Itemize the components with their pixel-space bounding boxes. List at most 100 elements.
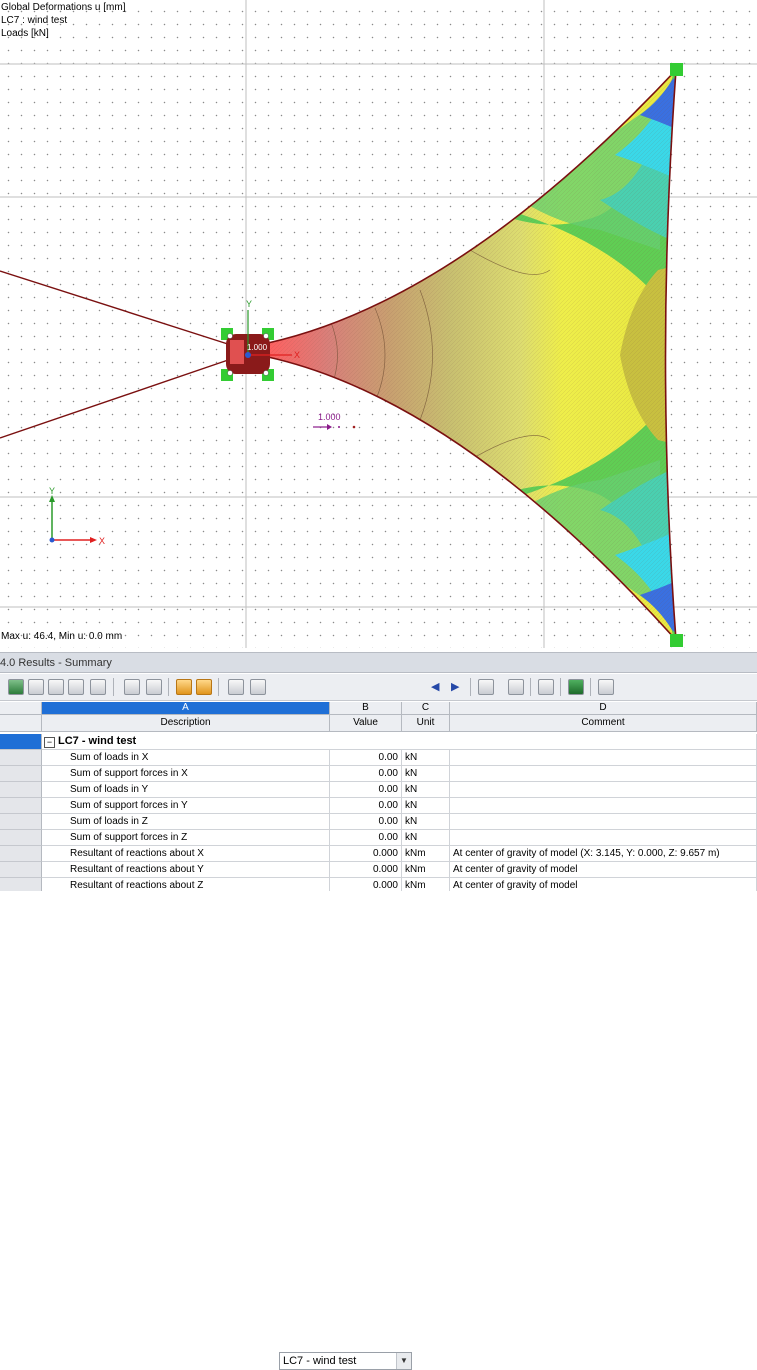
edit-icon[interactable] — [250, 679, 266, 695]
unit-cell[interactable]: kN — [402, 766, 450, 782]
comment-cell[interactable] — [450, 766, 757, 782]
global-axis-triad — [49, 495, 97, 543]
row-header-group[interactable] — [0, 734, 42, 750]
global-y-label: Y — [49, 486, 55, 496]
description-cell[interactable]: Resultant of reactions about Y — [42, 862, 330, 878]
loadcase-label: LC7 : wind test — [1, 15, 68, 26]
row-header[interactable] — [0, 798, 42, 814]
description-cell[interactable]: Resultant of reactions about Z — [42, 878, 330, 891]
group-row[interactable]: − LC7 - wind test — [42, 734, 757, 750]
description-cell[interactable]: Sum of support forces in Z — [42, 830, 330, 846]
value-cell[interactable]: 0.000 — [330, 846, 402, 862]
info-icon[interactable] — [508, 679, 524, 695]
mast-y-label: Y — [246, 299, 252, 309]
max-min-label: Max u: 46.4, Min u: 0.0 mm — [1, 631, 123, 642]
comment-cell[interactable] — [450, 798, 757, 814]
loadcase-select[interactable]: LC7 - wind test ▼ — [279, 1352, 412, 1370]
node-value-label: 1.000 — [247, 343, 268, 352]
color-bars-icon[interactable] — [68, 679, 84, 695]
value-cell[interactable]: 0.00 — [330, 782, 402, 798]
unit-cell[interactable]: kNm — [402, 878, 450, 891]
description-cell[interactable]: Sum of loads in X — [42, 750, 330, 766]
comment-cell[interactable] — [450, 814, 757, 830]
load-value-label: 1.000 — [318, 412, 341, 422]
unit-cell[interactable]: kN — [402, 830, 450, 846]
previous-table-icon[interactable] — [124, 679, 140, 695]
next-table-icon[interactable] — [146, 679, 162, 695]
load-arrow — [313, 424, 356, 430]
global-x-label: X — [99, 536, 105, 546]
row-header[interactable] — [0, 878, 42, 891]
comment-cell[interactable] — [450, 750, 757, 766]
next-loadcase-icon[interactable]: ▶ — [451, 681, 459, 693]
value-cell[interactable]: 0.000 — [330, 862, 402, 878]
previous-loadcase-icon[interactable]: ◀ — [431, 681, 439, 693]
unit-cell[interactable]: kN — [402, 750, 450, 766]
excel-export-icon[interactable] — [568, 679, 584, 695]
structure-drawing: Y X 1.000 1.000 Y X — [0, 0, 757, 648]
filter-icon[interactable] — [478, 679, 494, 695]
unit-cell[interactable]: kN — [402, 782, 450, 798]
column-header-comment[interactable]: Comment — [450, 715, 757, 732]
column-header-description[interactable]: Description — [42, 715, 330, 732]
corner-cell-2 — [0, 715, 42, 732]
table-view-icon[interactable] — [8, 679, 24, 695]
loadcase-select-value: LC7 - wind test — [283, 1355, 357, 1367]
comment-cell[interactable] — [450, 782, 757, 798]
column-letter-d[interactable]: D — [450, 702, 757, 715]
model-viewport[interactable]: Y X 1.000 1.000 Y X Global Deformations … — [0, 0, 757, 648]
row-header[interactable] — [0, 862, 42, 878]
support-node-bottom[interactable] — [670, 634, 683, 647]
description-cell[interactable]: Resultant of reactions about X — [42, 846, 330, 862]
row-header[interactable] — [0, 830, 42, 846]
value-cell[interactable]: 0.00 — [330, 798, 402, 814]
unit-cell[interactable]: kN — [402, 814, 450, 830]
value-cell[interactable]: 0.00 — [330, 750, 402, 766]
calculator-icon[interactable] — [598, 679, 614, 695]
corner-cell[interactable] — [0, 702, 42, 715]
results-toolbar: LC7 - wind test ▼ ◀ ▶ — [0, 674, 757, 1370]
column-letter-c[interactable]: C — [402, 702, 450, 715]
unit-cell[interactable]: kNm — [402, 846, 450, 862]
select-in-model-icon[interactable] — [196, 679, 212, 695]
description-cell[interactable]: Sum of loads in Y — [42, 782, 330, 798]
unit-cell[interactable]: kNm — [402, 862, 450, 878]
comment-cell[interactable]: At center of gravity of model (X: 3.145,… — [450, 846, 757, 862]
view-mode-icon[interactable] — [176, 679, 192, 695]
comment-cell[interactable] — [450, 830, 757, 846]
mast-x-label: X — [294, 350, 300, 360]
description-cell[interactable]: Sum of support forces in X — [42, 766, 330, 782]
column-header-unit[interactable]: Unit — [402, 715, 450, 732]
row-header[interactable] — [0, 782, 42, 798]
column-letter-a[interactable]: A — [42, 702, 330, 715]
print-table-icon[interactable] — [538, 679, 554, 695]
cables — [0, 270, 235, 439]
value-cell[interactable]: 0.000 — [330, 878, 402, 891]
support-node-top[interactable] — [670, 63, 683, 76]
comment-cell[interactable]: At center of gravity of model — [450, 862, 757, 878]
row-header[interactable] — [0, 846, 42, 862]
results-settings-icon[interactable] — [228, 679, 244, 695]
value-cell[interactable]: 0.00 — [330, 830, 402, 846]
row-header[interactable] — [0, 750, 42, 766]
row-header[interactable] — [0, 814, 42, 830]
comment-cell[interactable]: At center of gravity of model — [450, 878, 757, 891]
filter-columns-icon[interactable] — [48, 679, 64, 695]
loads-unit-label: Loads [kN] — [1, 28, 49, 39]
value-cell[interactable]: 0.00 — [330, 814, 402, 830]
results-table: A B C D Description Value Unit Comment −… — [0, 702, 757, 891]
relative-scale-icon[interactable] — [90, 679, 106, 695]
membrane-surface[interactable] — [260, 60, 700, 648]
results-panel-title: 4.0 Results - Summary — [0, 652, 757, 673]
collapse-icon[interactable]: − — [44, 737, 55, 748]
description-cell[interactable]: Sum of loads in Z — [42, 814, 330, 830]
value-cell[interactable]: 0.00 — [330, 766, 402, 782]
filter-rows-icon[interactable] — [28, 679, 44, 695]
chevron-down-icon[interactable]: ▼ — [396, 1353, 411, 1369]
column-letter-b[interactable]: B — [330, 702, 402, 715]
column-header-value[interactable]: Value — [330, 715, 402, 732]
group-label: LC7 - wind test — [58, 735, 137, 747]
row-header[interactable] — [0, 766, 42, 782]
unit-cell[interactable]: kN — [402, 798, 450, 814]
description-cell[interactable]: Sum of support forces in Y — [42, 798, 330, 814]
